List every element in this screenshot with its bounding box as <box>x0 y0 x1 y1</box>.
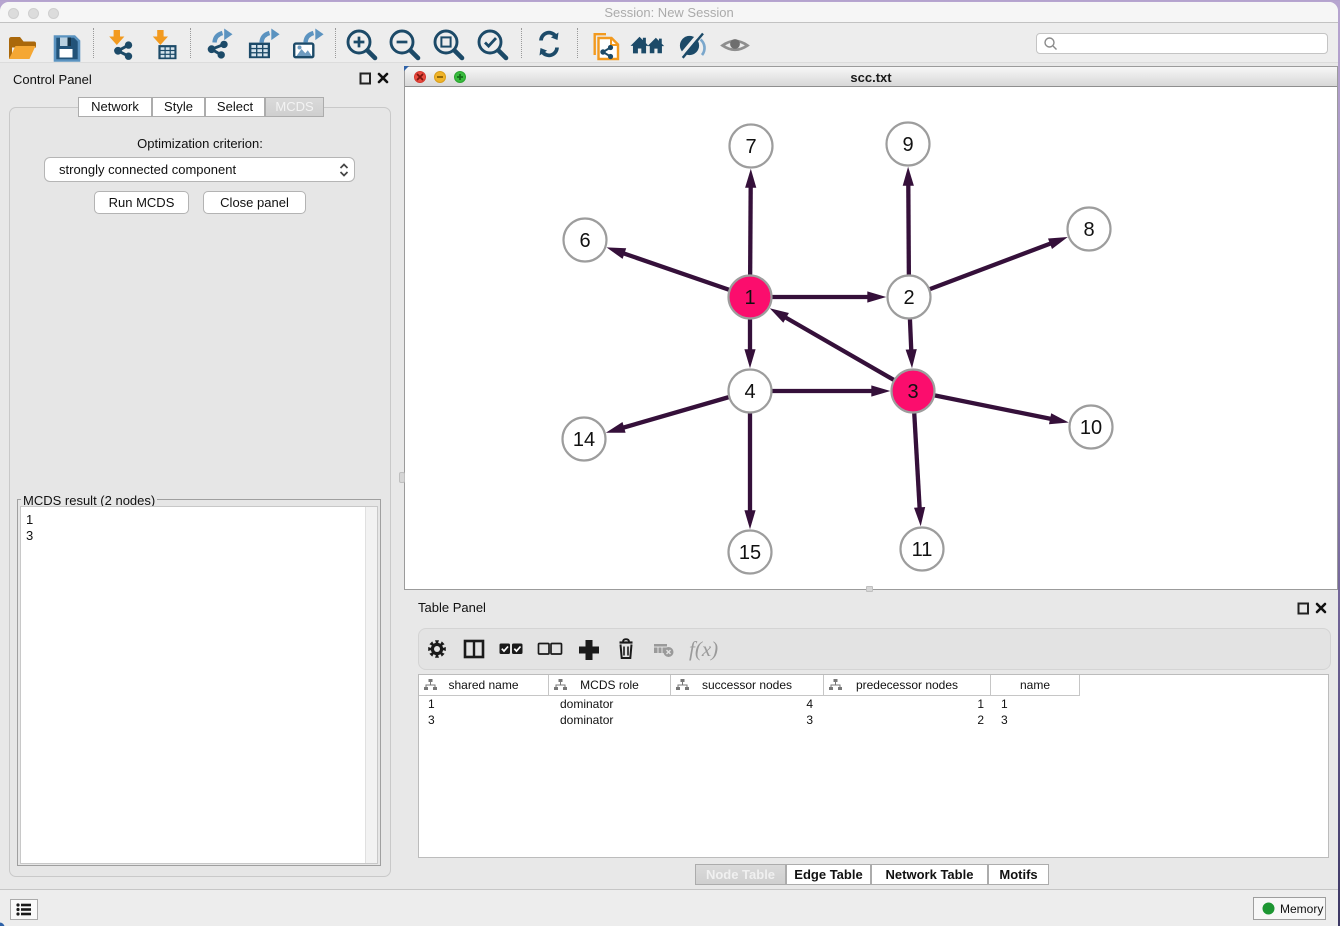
svg-text:f(x): f(x) <box>689 637 718 661</box>
svg-text:10: 10 <box>1080 417 1102 439</box>
svg-text:2: 2 <box>903 287 914 309</box>
svg-text:6: 6 <box>579 230 590 252</box>
svg-text:8: 8 <box>1083 219 1094 241</box>
svg-text:11: 11 <box>912 539 933 561</box>
svg-text:4: 4 <box>744 381 755 403</box>
svg-text:15: 15 <box>739 542 761 564</box>
svg-text:1: 1 <box>744 287 755 309</box>
svg-text:14: 14 <box>573 429 595 451</box>
svg-text:3: 3 <box>907 381 918 403</box>
svg-text:7: 7 <box>745 136 756 158</box>
svg-text:9: 9 <box>902 134 913 156</box>
